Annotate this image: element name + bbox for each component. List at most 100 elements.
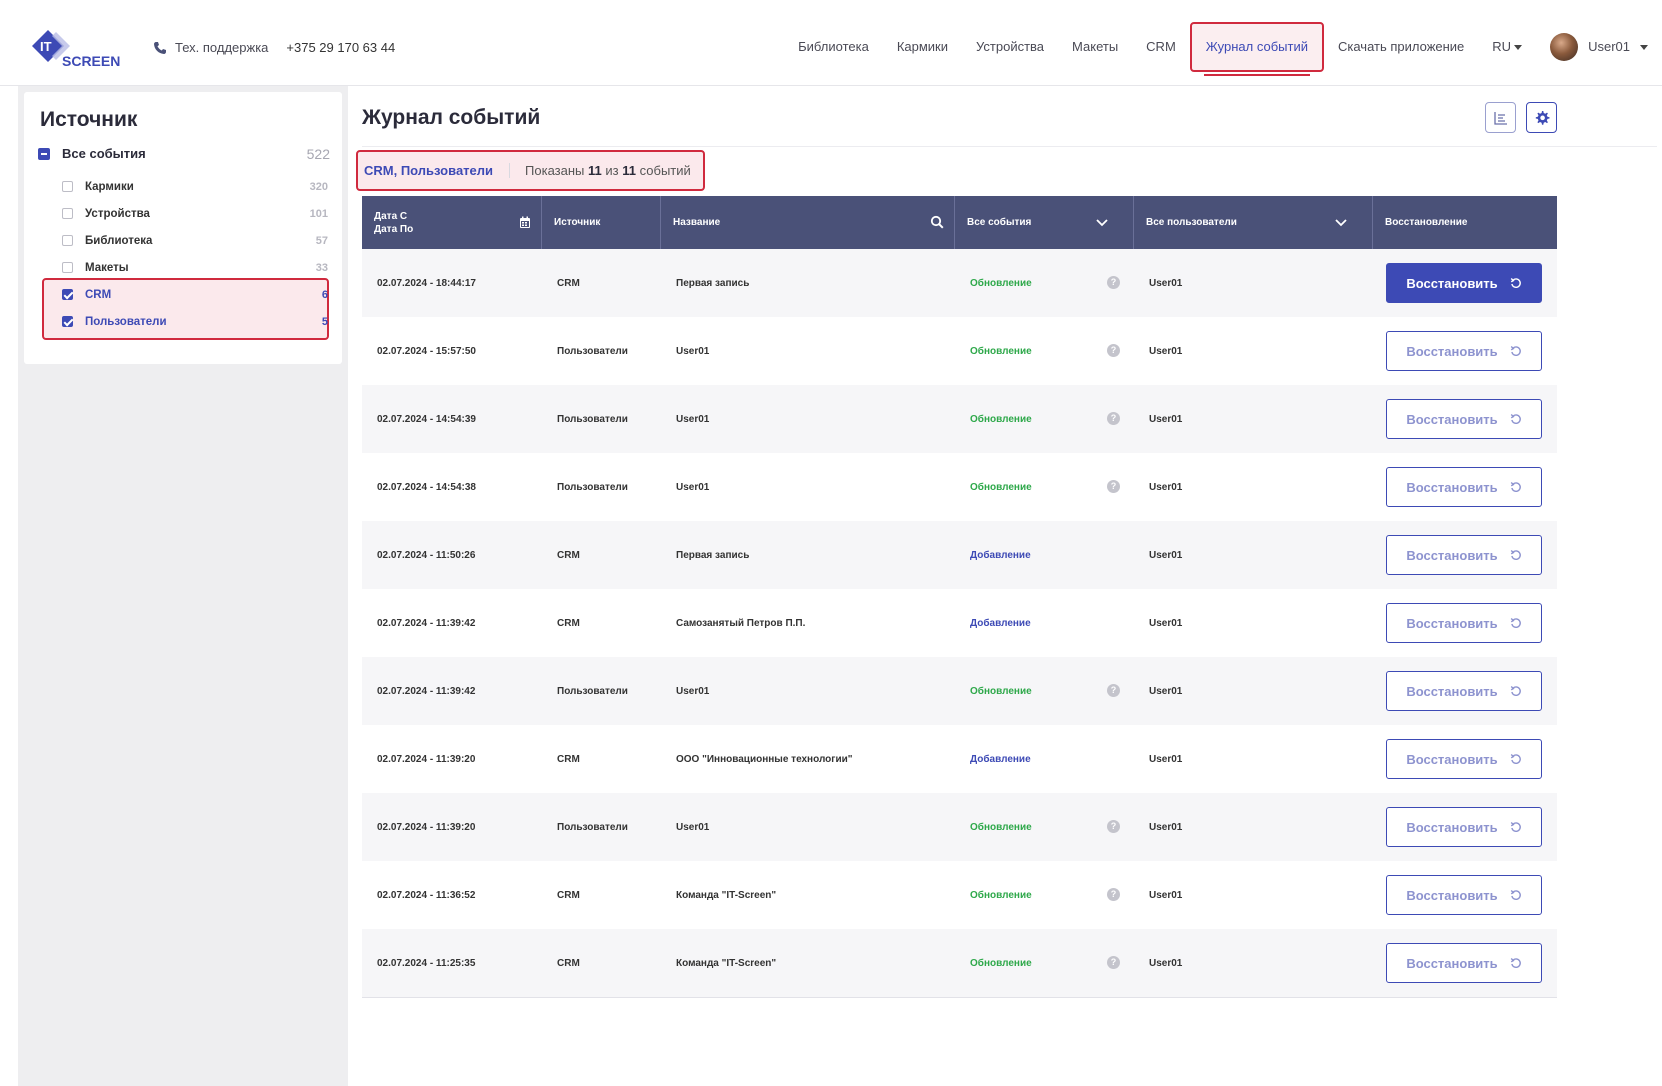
restore-icon <box>1510 685 1521 696</box>
cell-source: CRM <box>557 277 580 289</box>
nav-karmiki[interactable]: Кармики <box>883 22 962 72</box>
nav-library[interactable]: Библиотека <box>784 22 883 72</box>
source-item-users[interactable]: Пользователи 5 <box>62 308 342 335</box>
source-checkbox[interactable] <box>62 316 73 327</box>
cell-restore: Восстановить <box>1373 317 1557 385</box>
cell-name: User01 <box>676 345 710 357</box>
source-item-crm[interactable]: CRM 6 <box>62 281 342 308</box>
restore-button[interactable]: Восстановить <box>1386 875 1542 915</box>
cell-source: CRM <box>557 889 580 901</box>
all-events-count: 522 <box>306 145 330 162</box>
events-filter-label: Все события <box>967 217 1032 228</box>
restore-button[interactable]: Восстановить <box>1386 467 1542 507</box>
help-icon[interactable]: ? <box>1107 684 1120 697</box>
language-select[interactable]: RU <box>1478 22 1536 72</box>
filter-sources[interactable]: CRM, Пользователи <box>358 163 511 178</box>
restore-button[interactable]: Восстановить <box>1386 943 1542 983</box>
cell-user: User01 <box>1149 753 1183 765</box>
it-screen-logo[interactable]: IT SCREEN <box>30 28 130 70</box>
nav-download-app[interactable]: Скачать приложение <box>1324 22 1478 72</box>
column-name-label: Название <box>673 217 721 228</box>
cell-restore: Восстановить <box>1373 929 1557 997</box>
active-filter-summary: CRM, Пользователи Показаны 11 из 11 собы… <box>356 150 705 191</box>
cell-restore: Восстановить <box>1373 385 1557 453</box>
top-header: IT SCREEN Тех. поддержка +375 29 170 63 … <box>0 0 1662 86</box>
column-date[interactable]: Дата С Дата По <box>362 196 542 249</box>
source-checkbox[interactable] <box>62 289 73 300</box>
help-icon[interactable]: ? <box>1107 956 1120 969</box>
source-checkbox[interactable] <box>62 181 73 192</box>
nav-event-log[interactable]: Журнал событий <box>1189 22 1324 76</box>
restore-label: Восстановить <box>1406 683 1498 699</box>
cell-restore: Восстановить <box>1373 453 1557 521</box>
help-icon[interactable]: ? <box>1107 412 1120 425</box>
restore-button[interactable]: Восстановить <box>1386 535 1542 575</box>
cell-event: Обновление ? <box>955 861 1134 929</box>
nav-devices[interactable]: Устройства <box>962 22 1058 72</box>
column-restore: Восстановление <box>1385 217 1468 228</box>
cell-event: Обновление ? <box>955 317 1134 385</box>
source-count: 33 <box>315 261 328 274</box>
help-icon[interactable]: ? <box>1107 480 1120 493</box>
gear-icon <box>1535 110 1549 125</box>
all-events-checkbox[interactable] <box>38 147 50 160</box>
users-filter-label: Все пользователи <box>1146 217 1237 228</box>
restore-button[interactable]: Восстановить <box>1386 331 1542 371</box>
source-label: Кармики <box>85 180 134 193</box>
help-icon[interactable]: ? <box>1107 276 1120 289</box>
restore-label: Восстановить <box>1406 479 1498 495</box>
cell-name: Первая запись <box>676 277 750 289</box>
source-all-events[interactable]: Все события 522 <box>38 140 342 167</box>
restore-button[interactable]: Восстановить <box>1386 603 1542 643</box>
table-row: 02.07.2024 - 11:36:52 CRM Команда "IT-Sc… <box>362 861 1557 929</box>
restore-icon <box>1510 753 1521 764</box>
cell-date: 02.07.2024 - 11:39:20 <box>377 821 476 833</box>
search-icon[interactable] <box>930 215 944 229</box>
restore-icon <box>1510 413 1521 424</box>
restore-button[interactable]: Восстановить <box>1386 399 1542 439</box>
restore-button[interactable]: Восстановить <box>1386 807 1542 847</box>
list-view-button[interactable] <box>1485 102 1516 133</box>
restore-icon <box>1510 957 1521 968</box>
cell-date: 02.07.2024 - 11:36:52 <box>377 889 476 901</box>
cell-user: User01 <box>1149 277 1183 289</box>
restore-label: Восстановить <box>1406 275 1498 291</box>
event-type-label: Обновление <box>970 957 1032 969</box>
source-item-karmiki[interactable]: Кармики 320 <box>62 173 342 200</box>
restore-button[interactable]: Восстановить <box>1386 671 1542 711</box>
cell-source: Пользователи <box>557 685 628 697</box>
column-events-filter[interactable]: Все события <box>955 196 1134 249</box>
source-count: 57 <box>315 234 328 247</box>
cell-name: Первая запись <box>676 549 750 561</box>
restore-icon <box>1510 821 1521 832</box>
source-checkbox[interactable] <box>62 235 73 246</box>
help-icon[interactable]: ? <box>1107 344 1120 357</box>
source-panel-title: Источник <box>40 108 138 131</box>
restore-button[interactable]: Восстановить <box>1386 739 1542 779</box>
column-users-filter[interactable]: Все пользователи <box>1134 196 1373 249</box>
event-type-label: Добавление <box>970 549 1031 561</box>
calendar-icon[interactable] <box>519 216 531 229</box>
table-bottom-border <box>362 997 1557 998</box>
source-item-layouts[interactable]: Макеты 33 <box>62 254 342 281</box>
source-checkbox[interactable] <box>62 262 73 273</box>
source-item-library[interactable]: Библиотека 57 <box>62 227 342 254</box>
cell-event: Обновление ? <box>955 453 1134 521</box>
source-checkbox[interactable] <box>62 208 73 219</box>
restore-label: Восстановить <box>1406 819 1498 835</box>
restore-label: Восстановить <box>1406 955 1498 971</box>
cell-user: User01 <box>1149 345 1183 357</box>
support-phone[interactable]: +375 29 170 63 44 <box>286 40 395 55</box>
user-menu[interactable]: User01 <box>1536 22 1662 72</box>
settings-button[interactable] <box>1526 102 1557 133</box>
help-icon[interactable]: ? <box>1107 820 1120 833</box>
nav-crm[interactable]: CRM <box>1132 22 1190 72</box>
restore-button[interactable]: Восстановить <box>1386 263 1542 303</box>
cell-date: 02.07.2024 - 11:39:42 <box>377 617 476 629</box>
restore-label: Восстановить <box>1406 411 1498 427</box>
nav-layouts[interactable]: Макеты <box>1058 22 1132 72</box>
help-icon[interactable]: ? <box>1107 888 1120 901</box>
table-row: 02.07.2024 - 11:39:42 CRM Самозанятый Пе… <box>362 589 1557 657</box>
source-label: Библиотека <box>85 234 153 247</box>
source-item-devices[interactable]: Устройства 101 <box>62 200 342 227</box>
